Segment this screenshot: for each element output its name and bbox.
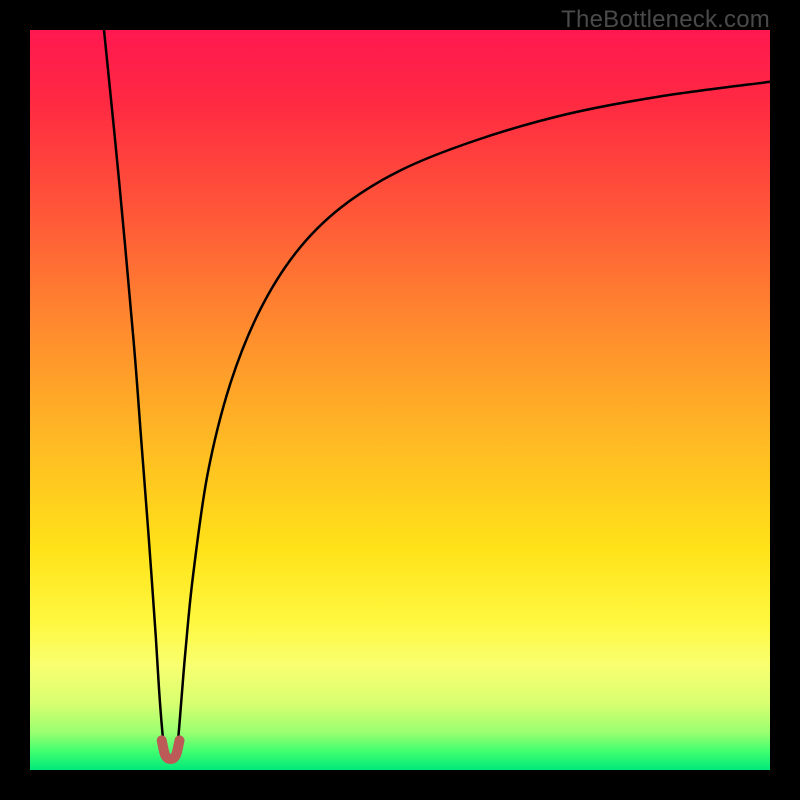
watermark-text: TheBottleneck.com	[561, 6, 770, 34]
gradient-background	[30, 30, 770, 770]
bottleneck-chart	[30, 30, 770, 770]
chart-container: TheBottleneck.com	[0, 0, 800, 800]
